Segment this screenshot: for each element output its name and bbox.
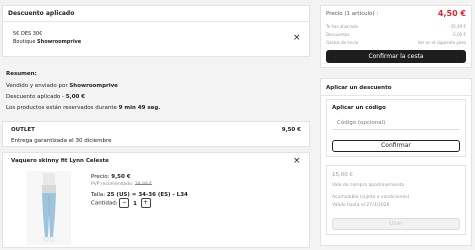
discount-label: Descuento aplicado - — [6, 94, 65, 100]
divider — [3, 21, 309, 22]
divider — [321, 95, 471, 96]
discount-panel: Aplicar un descuento Aplicar un código C… — [320, 78, 472, 246]
reserved-time: 9 min 49 seg. — [118, 105, 161, 111]
price-summary-value: 4,50 € — [437, 9, 466, 18]
product-pvp: PVP recomendado: 39,99 € — [91, 182, 152, 188]
quantity-stepper: Cantidad: − 1 + — [91, 198, 151, 208]
pvp-value: 39,99 € — [134, 182, 153, 187]
shop-name: Showroomprive — [37, 39, 82, 45]
discount-panel-title: Aplicar un descuento — [326, 85, 392, 91]
qty-value: 1 — [133, 200, 137, 207]
jeans-model-photo-icon[interactable] — [27, 171, 71, 245]
close-icon[interactable]: × — [293, 34, 301, 43]
outlet-card: OUTLET 9,50 € Entrega garantizada el 30 … — [2, 121, 310, 147]
reserved-prefix: Los productos están reservados durante — [6, 105, 117, 111]
qty-minus-button[interactable]: − — [119, 198, 130, 208]
qty-label: Cantidad: — [91, 200, 118, 207]
applied-discount-card: Descuento aplicado 5€ DES 30€ Boutique S… — [2, 5, 310, 57]
pvp-label: PVP recomendado: — [91, 182, 134, 187]
saved-label: Te has ahorrado — [326, 24, 358, 29]
use-voucher-button[interactable]: Usar — [332, 218, 460, 230]
discount-value: 5,00 € — [65, 94, 86, 100]
discounts-value: -5,00 € — [451, 32, 466, 37]
outlet-price: 9,50 € — [281, 127, 301, 133]
confirm-cart-button[interactable]: Confirmar la cesta — [326, 50, 466, 63]
confirm-code-button[interactable]: Confirmar — [332, 140, 460, 152]
voucher-desc: Vale de compra apadrinamiento — [332, 183, 405, 188]
shop-prefix: Boutique — [13, 39, 36, 45]
shipping-value: Ver en el siguiente paso — [417, 40, 466, 45]
remove-item-close-icon[interactable]: × — [293, 157, 301, 166]
voucher-note: Acumulable (sujeto a condiciones) — [332, 195, 410, 200]
applied-discount-title: Descuento aplicado — [8, 10, 75, 17]
product-card: Vaquero skinny fit Lynn Celeste × Precio… — [2, 152, 310, 248]
voucher-card: 15,00 € Vale de compra apadrinamiento Ac… — [326, 165, 466, 235]
summary-discount: Descuento aplicado - 5,00 € — [6, 93, 85, 101]
discount-code-input[interactable]: Código (opcional) — [332, 118, 460, 130]
price-summary-label: Precio (1 artículo) : — [326, 11, 379, 17]
applied-discount-shop: Boutique Showroomprive — [13, 39, 81, 46]
price-label: Precio: — [91, 174, 110, 180]
summary-reserved: Los productos están reservados durante 9… — [6, 104, 160, 112]
voucher-amount: 15,00 € — [332, 172, 353, 178]
summary-title: Resumen: — [6, 71, 37, 77]
price-value: 9,50 € — [111, 174, 131, 180]
qty-plus-button[interactable]: + — [140, 198, 151, 208]
outlet-delivery: Entrega garantizada el 30 diciembre — [11, 138, 112, 144]
shipping-label: Gastos de envío — [326, 40, 359, 45]
summary-seller: Vendido y enviado por Showroomprive — [6, 82, 118, 90]
code-title: Aplicar un código — [332, 105, 386, 111]
product-price: Precio: 9,50 € — [91, 173, 131, 181]
seller-name: Showroomprive — [69, 83, 118, 89]
applied-discount-code: 5€ DES 30€ — [13, 31, 43, 37]
voucher-valid: Válido hasta el 27/3/2026 — [332, 203, 390, 208]
product-name[interactable]: Vaquero skinny fit Lynn Celeste — [11, 157, 109, 165]
discounts-label: Descuentos — [326, 32, 350, 37]
outlet-title: OUTLET — [11, 127, 35, 133]
totals-card: Precio (1 artículo) : 4,50 € Te has ahor… — [320, 5, 472, 68]
code-box: Aplicar un código Código (opcional) Conf… — [326, 99, 466, 157]
saved-value: -35,49 € — [449, 24, 466, 29]
seller-prefix: Vendido y enviado por — [6, 83, 68, 89]
